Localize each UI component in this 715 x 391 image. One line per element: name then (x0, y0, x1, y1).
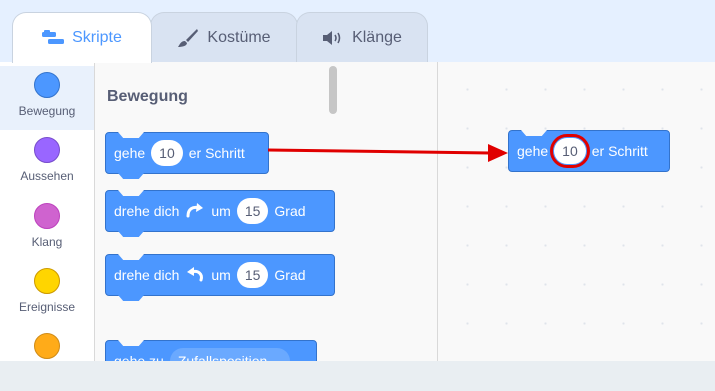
block-turn-right[interactable]: drehe dich um 15 Grad (105, 190, 335, 237)
category-dot-icon (34, 203, 60, 229)
block-tab (118, 173, 144, 179)
block-text: gehe (114, 145, 146, 161)
block-text: Grad (274, 203, 306, 219)
category-label: Klang (31, 235, 63, 249)
block-text: er Schritt (591, 143, 648, 159)
category-dot-icon (34, 72, 60, 98)
category-dot-icon (34, 137, 60, 163)
tab-label: Klänge (352, 28, 402, 46)
block-notch (521, 130, 547, 136)
workspace-block-move-steps[interactable]: gehe 10 er Schritt (508, 130, 670, 172)
script-workspace[interactable]: gehe 10 er Schritt (438, 62, 715, 361)
degrees-input[interactable]: 15 (236, 198, 269, 224)
editor-tab-bar: Skripte Kostüme Klänge (0, 0, 715, 63)
tab-skripte[interactable]: Skripte (12, 12, 152, 63)
block-text: gehe zu (114, 353, 164, 361)
block-tab (118, 295, 144, 301)
goto-target-dropdown[interactable]: Zufallsposition (169, 348, 290, 361)
tab-label: Kostüme (207, 28, 271, 46)
block-notch (118, 132, 144, 138)
block-palette: Bewegung gehe 10 er Schritt drehe dich u… (95, 62, 438, 361)
tab-kostume[interactable]: Kostüme (150, 12, 298, 62)
tab-label: Skripte (72, 29, 122, 46)
code-icon (42, 30, 65, 44)
block-notch (118, 340, 144, 346)
block-text: er Schritt (188, 145, 245, 161)
category-steuerung[interactable] (0, 327, 94, 391)
rotate-right-icon (186, 203, 204, 218)
block-notch (118, 190, 144, 196)
category-label: Ereignisse (18, 300, 76, 314)
block-turn-left[interactable]: drehe dich um 15 Grad (105, 254, 335, 301)
category-dot-icon (34, 268, 60, 294)
category-aussehen[interactable]: Aussehen (0, 131, 94, 195)
speaker-icon (323, 30, 341, 45)
category-label: Aussehen (20, 169, 74, 183)
block-move-steps[interactable]: gehe 10 er Schritt (105, 132, 269, 179)
block-tab (118, 231, 144, 237)
category-menu: Bewegung Aussehen Klang Ereignisse (0, 62, 95, 361)
block-text: drehe dich (114, 267, 180, 283)
block-notch (118, 254, 144, 260)
category-label: Bewegung (18, 104, 76, 118)
block-text: um (211, 267, 231, 283)
steps-input[interactable]: 10 (151, 140, 183, 166)
block-text: drehe dich (114, 203, 180, 219)
palette-scrollbar[interactable] (329, 66, 337, 114)
category-ereignisse[interactable]: Ereignisse (0, 262, 94, 326)
rotate-left-icon (187, 267, 204, 282)
tab-klange[interactable]: Klänge (296, 12, 428, 62)
block-text: um (211, 203, 231, 219)
steps-input-highlighted[interactable]: 10 (550, 134, 590, 168)
degrees-input[interactable]: 15 (236, 262, 269, 288)
category-klang[interactable]: Klang (0, 197, 94, 261)
brush-icon (178, 28, 199, 47)
block-text: gehe (517, 143, 549, 159)
category-bewegung[interactable]: Bewegung (0, 66, 94, 130)
category-dot-icon (34, 333, 60, 359)
block-text: Grad (274, 267, 306, 283)
block-goto[interactable]: gehe zu Zufallsposition (105, 340, 317, 361)
palette-section-title: Bewegung (107, 88, 188, 105)
